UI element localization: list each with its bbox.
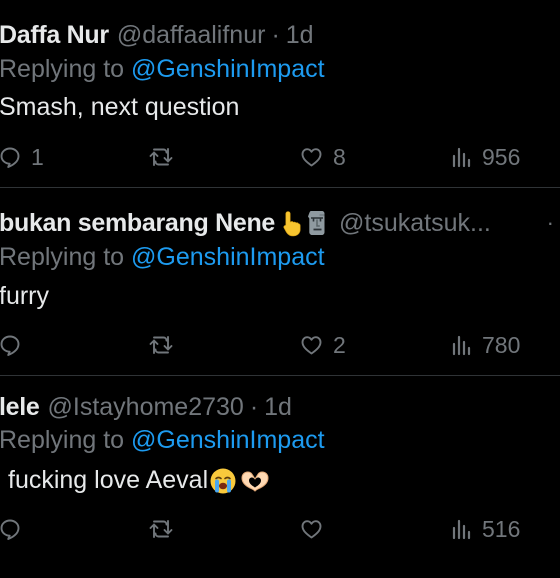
separator-dot: ·	[271, 20, 280, 49]
reply-item[interactable]: lele @Istayhome2730 · 1d Replying to @Ge…	[0, 390, 560, 578]
like-button[interactable]: 8	[299, 140, 346, 174]
reply-item[interactable]: bukan sembarang Nene @tsukatsuk... · Rep…	[0, 206, 560, 394]
index-pointing-up-emoji	[281, 209, 303, 237]
divider	[0, 187, 560, 188]
user-handle[interactable]: @tsukatsuk...	[339, 209, 491, 238]
retweet-button[interactable]	[148, 140, 183, 174]
reply-text: Smash, next question	[0, 93, 240, 121]
reply-button[interactable]	[0, 512, 31, 546]
reply-text-row: fucking love Aeval	[8, 466, 271, 495]
retweet-icon	[149, 520, 173, 538]
separator-dot: ·	[249, 392, 259, 421]
timestamp[interactable]: 1d	[264, 393, 292, 422]
views-button[interactable]: 956	[451, 140, 520, 174]
reply-header: Daffa Nur @daffaalifnur · 1d	[0, 18, 314, 52]
display-name[interactable]: bukan sembarang Nene	[0, 209, 275, 238]
action-bar: 2 780	[0, 328, 560, 362]
retweet-button[interactable]	[148, 328, 183, 362]
mention-link[interactable]: @GenshinImpact	[131, 426, 325, 454]
divider	[0, 375, 560, 376]
replying-to: Replying to @GenshinImpact	[0, 243, 325, 272]
mention-link[interactable]: @GenshinImpact	[131, 243, 325, 271]
more-options-icon[interactable]: ·	[547, 206, 554, 240]
view-count: 956	[482, 143, 521, 170]
comment-icon	[0, 335, 20, 356]
like-count: 8	[333, 143, 346, 170]
heart-icon	[301, 148, 322, 167]
replying-to: Replying to @GenshinImpact	[0, 426, 325, 455]
replying-prefix: Replying to	[0, 243, 125, 271]
heart-icon	[301, 336, 322, 355]
views-icon	[452, 519, 471, 540]
action-bar: 1 8 956	[0, 140, 560, 174]
reply-count: 1	[31, 143, 44, 170]
reply-header: lele @Istayhome2730 · 1d	[0, 390, 292, 424]
views-button[interactable]: 516	[451, 512, 520, 546]
replying-to: Replying to @GenshinImpact	[0, 55, 325, 84]
display-name[interactable]: lele	[0, 393, 40, 422]
replying-prefix: Replying to	[0, 55, 125, 83]
heart-icon	[301, 520, 322, 539]
retweet-icon	[149, 148, 173, 166]
action-bar: 516	[0, 512, 560, 546]
like-button[interactable]	[299, 512, 333, 546]
view-count: 780	[482, 331, 521, 358]
view-count: 516	[482, 515, 521, 542]
loudly-crying-face-emoji	[209, 467, 237, 495]
comment-icon	[0, 519, 20, 540]
reply-text: fucking love Aeval	[8, 466, 209, 494]
like-button[interactable]: 2	[299, 328, 346, 362]
replying-prefix: Replying to	[0, 426, 125, 454]
retweet-button[interactable]	[148, 512, 183, 546]
views-button[interactable]: 780	[451, 328, 520, 362]
like-count: 2	[333, 331, 346, 358]
reply-header: bukan sembarang Nene @tsukatsuk...	[0, 206, 491, 240]
reply-button[interactable]	[0, 328, 31, 362]
timestamp[interactable]: 1d	[286, 21, 314, 50]
display-name[interactable]: Daffa Nur	[0, 21, 109, 50]
user-handle[interactable]: @Istayhome2730	[48, 393, 244, 422]
mention-link[interactable]: @GenshinImpact	[131, 55, 325, 83]
reply-text: furry	[0, 282, 49, 310]
user-handle[interactable]: @daffaalifnur	[117, 21, 266, 50]
reply-button[interactable]: 1	[0, 140, 44, 174]
moai-emoji	[305, 209, 329, 237]
comment-icon	[0, 147, 20, 168]
retweet-icon	[149, 336, 173, 354]
heart-hands-emoji	[239, 467, 271, 495]
views-icon	[452, 147, 471, 168]
views-icon	[452, 335, 471, 356]
reply-item[interactable]: Daffa Nur @daffaalifnur · 1d Replying to…	[0, 18, 560, 206]
